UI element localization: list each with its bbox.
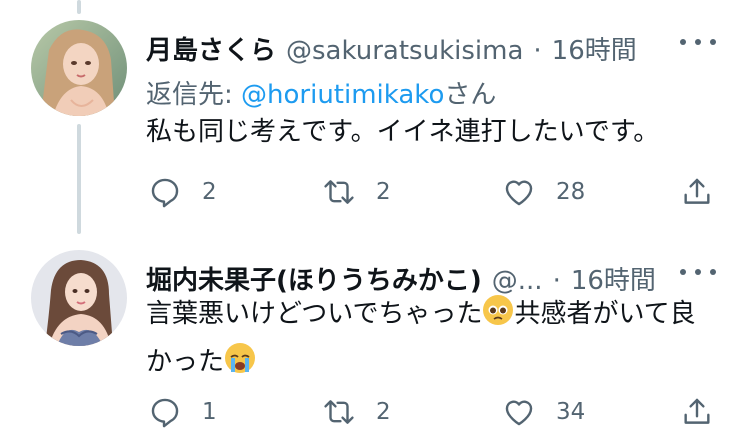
replying-to: 返信先: @horiutimikakoさん: [146, 74, 496, 111]
tweet-header: 月島さくら @sakuratsukisima · 16時間: [146, 30, 637, 67]
share-icon: [684, 178, 710, 204]
more-horizontal-icon: [680, 39, 686, 45]
like-button[interactable]: 34: [502, 392, 585, 432]
more-horizontal-icon: [680, 269, 686, 275]
tweet-text: 私も同じ考えです。イイネ連打したいです。: [146, 117, 660, 147]
retweet-count: 2: [376, 399, 391, 425]
reply-count: 1: [202, 399, 217, 425]
comment-bubble-icon: [151, 398, 179, 428]
like-count: 34: [556, 399, 586, 425]
share-button[interactable]: [680, 172, 714, 212]
reply-button[interactable]: 1: [148, 392, 217, 432]
avatar-photo-icon: [31, 250, 127, 346]
avatar[interactable]: [31, 250, 127, 346]
retweet-count: 2: [376, 179, 391, 205]
thread-line-lower: [77, 124, 81, 234]
tweet-text-part-1: 言葉悪いけどついでちゃった: [146, 299, 483, 329]
timestamp[interactable]: 16時間: [552, 30, 637, 67]
avatar[interactable]: [31, 20, 127, 116]
like-button[interactable]: 28: [502, 172, 585, 212]
like-count: 28: [556, 179, 586, 205]
reply-suffix: さん: [444, 80, 497, 110]
display-name[interactable]: 月島さくら: [146, 30, 276, 67]
tweet-actions: 2 2 28: [146, 172, 736, 212]
reply-count: 2: [202, 179, 217, 205]
tweet-text-line-2: かった: [146, 338, 256, 386]
thread-line-upper: [77, 0, 81, 14]
share-icon: [684, 398, 710, 424]
tweet-text-part-2: 共感者がいて良: [514, 299, 696, 329]
user-handle[interactable]: @sakuratsukisima: [286, 36, 523, 66]
retweet-icon: [324, 400, 354, 424]
tweet-text-part-3: かった: [146, 347, 225, 377]
heart-icon: [505, 180, 533, 206]
more-options-button[interactable]: [680, 262, 716, 282]
reply-mention-link[interactable]: @horiutimikako: [241, 80, 444, 110]
retweet-button[interactable]: 2: [322, 392, 391, 432]
retweet-button[interactable]: 2: [322, 172, 391, 212]
tweet-text: 言葉悪いけどついでちゃった 共感者がいて良: [146, 290, 696, 338]
reply-button[interactable]: 2: [148, 172, 217, 212]
more-options-button[interactable]: [680, 32, 716, 52]
retweet-icon: [324, 180, 354, 204]
heart-icon: [505, 400, 533, 426]
tweet-actions: 1 2 34: [146, 392, 736, 432]
avatar-photo-icon: [31, 20, 127, 116]
separator-dot: ·: [533, 36, 542, 66]
share-button[interactable]: [680, 392, 714, 432]
comment-bubble-icon: [151, 178, 179, 208]
pleading-face-emoji: [483, 295, 514, 325]
reply-prefix: 返信先:: [146, 80, 242, 110]
loudly-crying-face-emoji: [225, 343, 256, 373]
